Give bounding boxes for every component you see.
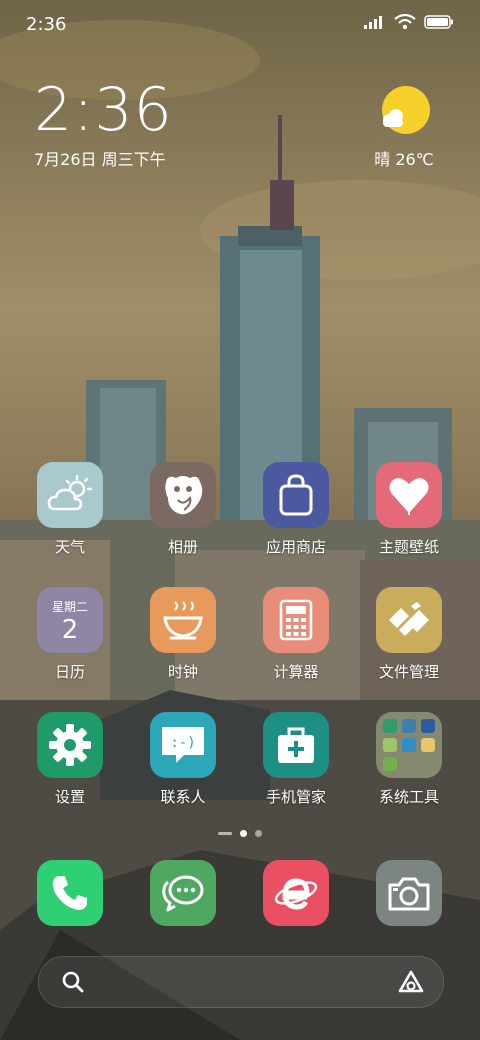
contacts-icon[interactable]: :-): [150, 712, 216, 778]
weather-icon[interactable]: [37, 462, 103, 528]
app-settings[interactable]: 设置: [15, 712, 125, 807]
security-icon[interactable]: [263, 712, 329, 778]
app-label: 文件管理: [378, 663, 439, 681]
app-label: 计算器: [273, 663, 319, 681]
app-label: 应用商店: [265, 538, 326, 556]
page-dot-menu: [218, 832, 232, 835]
signal-icon: [364, 16, 382, 29]
calendar-icon[interactable]: 星期二 2: [37, 587, 103, 653]
app-label: 联系人: [160, 788, 206, 806]
status-icons: [364, 14, 454, 30]
app-file-manager[interactable]: 文件管理: [354, 587, 464, 682]
app-calculator[interactable]: 计算器: [241, 587, 351, 682]
app-clock[interactable]: 时钟: [128, 587, 238, 682]
app-label: 设置: [54, 788, 85, 806]
calculator-icon[interactable]: [263, 587, 329, 653]
app-app-store[interactable]: 应用商店: [241, 462, 351, 557]
app-security[interactable]: 手机管家: [241, 712, 351, 807]
folder-icon[interactable]: [376, 712, 442, 778]
app-contacts[interactable]: :-) 联系人: [128, 712, 238, 807]
page-dot: [255, 830, 262, 837]
app-store-icon[interactable]: [263, 462, 329, 528]
browser-icon[interactable]: [263, 860, 329, 926]
clock-date: 7月26日 周三下午: [34, 150, 166, 169]
file-manager-icon[interactable]: [376, 587, 442, 653]
messages-icon[interactable]: [150, 860, 216, 926]
dock-browser[interactable]: [241, 860, 351, 926]
app-gallery[interactable]: 相册: [128, 462, 238, 557]
app-label: 系统工具: [378, 788, 439, 806]
app-calendar[interactable]: 星期二 2 日历: [15, 587, 125, 682]
app-label: 主题壁纸: [378, 538, 439, 556]
calendar-day: 2: [61, 614, 79, 645]
sun-cloud-icon: [382, 86, 430, 134]
app-label: 时钟: [167, 663, 198, 681]
svg-text::-): :-): [170, 735, 195, 751]
weather-text: 晴 26℃: [374, 150, 434, 169]
dock-camera[interactable]: [354, 860, 464, 926]
clock-icon[interactable]: [150, 587, 216, 653]
app-label: 相册: [167, 538, 198, 556]
calendar-weekday: 星期二: [51, 599, 88, 614]
page-indicator: [0, 830, 480, 837]
app-label: 手机管家: [265, 788, 326, 806]
app-label: 日历: [54, 663, 85, 681]
wifi-icon: [394, 14, 416, 30]
battery-icon: [424, 15, 453, 29]
status-bar: 2:36: [0, 0, 480, 50]
gallery-icon[interactable]: [150, 462, 216, 528]
app-weather[interactable]: 天气: [15, 462, 125, 557]
search-icon[interactable]: [61, 970, 85, 994]
app-themes[interactable]: 主题壁纸: [354, 462, 464, 557]
dock-messages[interactable]: [128, 860, 238, 926]
clock-widget[interactable]: 2:36 7月26日 周三下午: [34, 80, 173, 170]
camera-icon[interactable]: [376, 860, 442, 926]
app-label: 天气: [54, 538, 85, 556]
status-time: 2:36: [26, 14, 67, 35]
weather-widget[interactable]: 晴 26℃: [364, 86, 444, 170]
settings-icon[interactable]: [37, 712, 103, 778]
phone-icon[interactable]: [37, 860, 103, 926]
dock-phone[interactable]: [15, 860, 125, 926]
page-dot-active: [240, 830, 247, 837]
app-folder[interactable]: 系统工具: [354, 712, 464, 807]
assistant-icon[interactable]: [397, 969, 425, 995]
themes-icon[interactable]: [376, 462, 442, 528]
search-bar[interactable]: [38, 956, 444, 1008]
clock-time: 2:36: [34, 75, 173, 145]
